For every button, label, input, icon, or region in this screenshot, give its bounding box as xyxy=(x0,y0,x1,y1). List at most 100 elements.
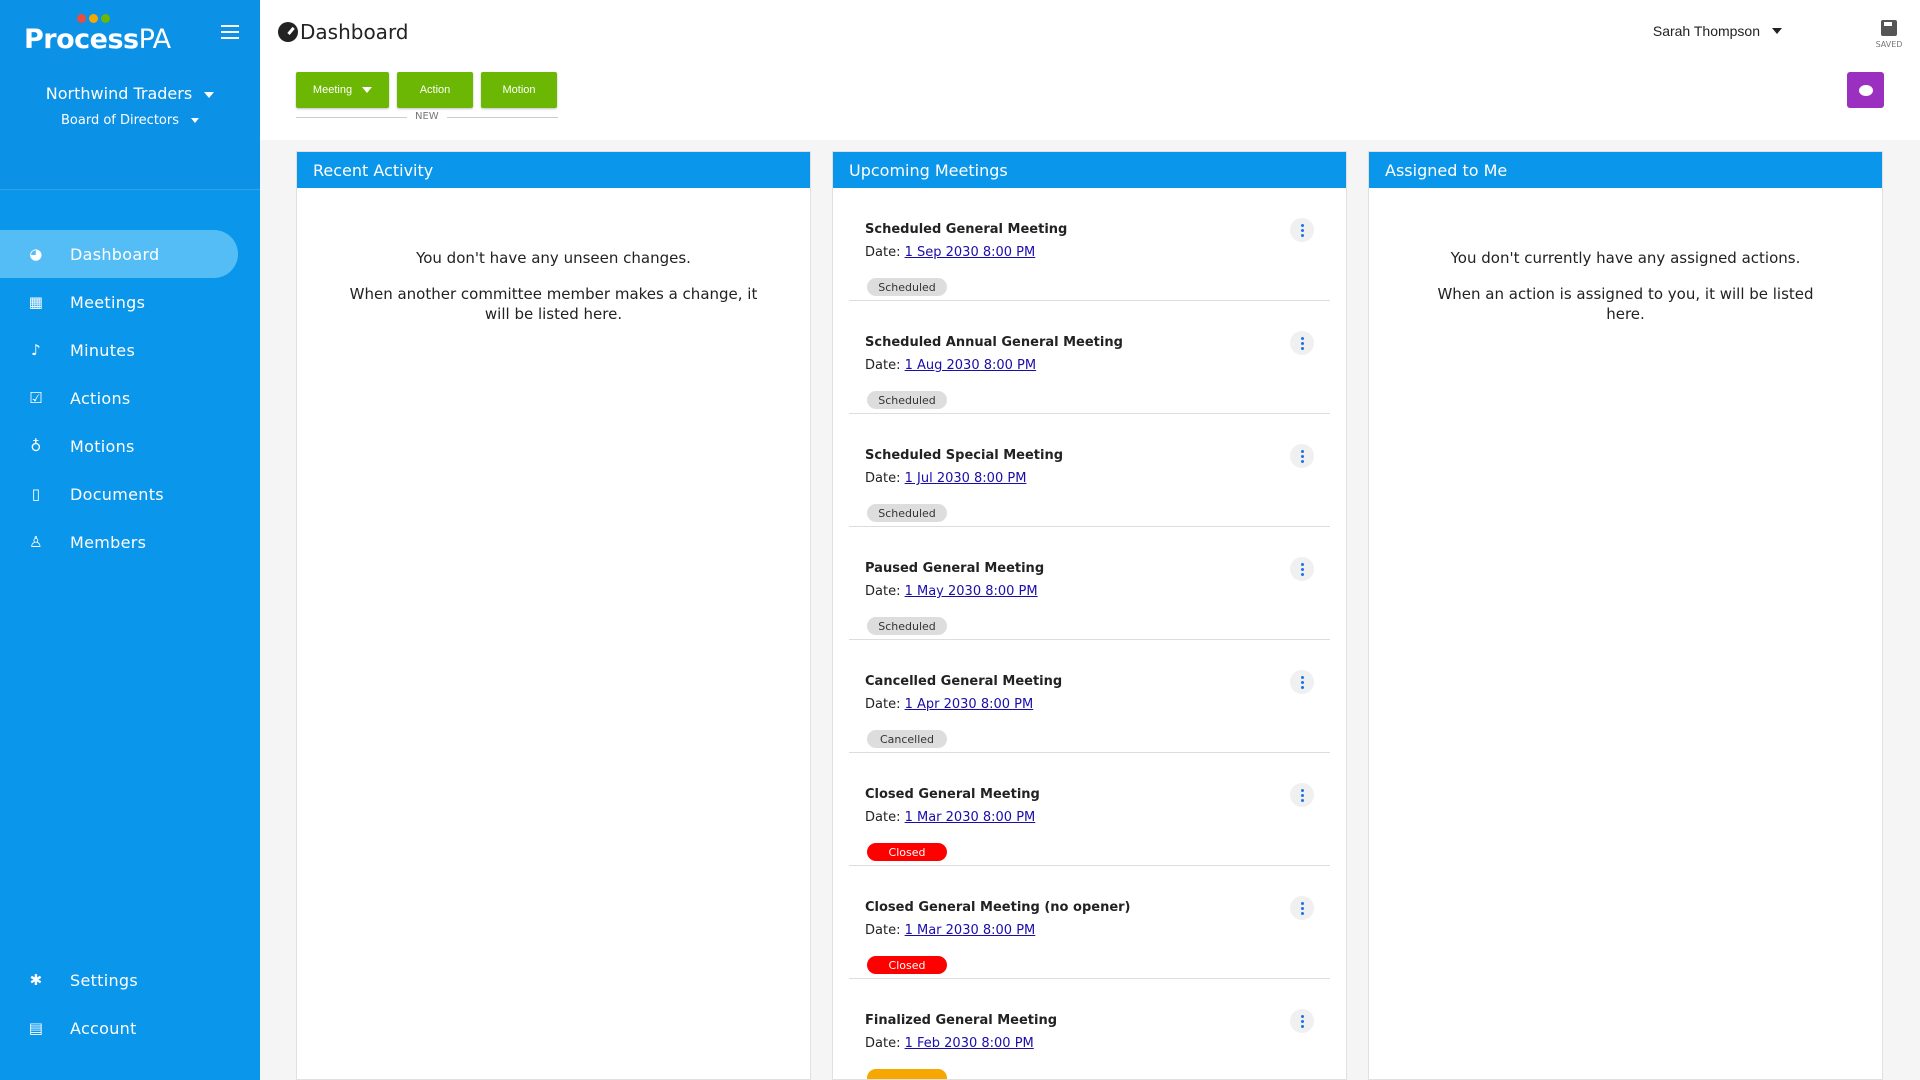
more-options-icon[interactable] xyxy=(1290,783,1314,807)
new-motion-button[interactable]: Motion xyxy=(481,72,557,108)
meeting-date-link[interactable]: 1 Jul 2030 8:00 PM xyxy=(905,471,1027,486)
meeting-date-link[interactable]: 1 Aug 2030 8:00 PM xyxy=(905,358,1037,373)
chat-button[interactable] xyxy=(1847,72,1884,108)
date-prefix: Date: xyxy=(865,1036,901,1051)
status-badge: Closed xyxy=(867,956,947,974)
more-options-icon[interactable] xyxy=(1290,896,1314,920)
id-card-icon: ▤ xyxy=(28,1019,44,1037)
meeting-date: Date: 1 Jul 2030 8:00 PM xyxy=(865,471,1026,486)
new-meeting-button[interactable]: Meeting xyxy=(296,72,389,108)
calendar-icon: ▦ xyxy=(28,293,44,311)
meeting-item[interactable]: Closed General Meeting Date: 1 Mar 2030 … xyxy=(849,753,1330,866)
empty-state: You don't currently have any assigned ac… xyxy=(1369,248,1882,324)
committee-selector[interactable]: Board of Directors xyxy=(0,113,260,128)
organization-selector[interactable]: Northwind Traders xyxy=(0,84,260,103)
meeting-title: Scheduled Annual General Meeting xyxy=(865,335,1123,350)
chevron-down-icon xyxy=(191,118,199,123)
meeting-title: Paused General Meeting xyxy=(865,561,1045,576)
checkbox-icon: ☑ xyxy=(29,389,43,407)
nav-item-documents[interactable]: ▯ Documents xyxy=(0,470,260,518)
chevron-down-icon xyxy=(204,91,215,98)
more-options-icon[interactable] xyxy=(1290,331,1314,355)
meeting-date-link[interactable]: 1 Mar 2030 8:00 PM xyxy=(905,923,1036,938)
nav-item-label: Members xyxy=(70,532,147,552)
nav-item-meetings[interactable]: ▦ Meetings xyxy=(0,278,260,326)
empty-message: You don't have any unseen changes. xyxy=(416,249,691,267)
nav-item-label: Dashboard xyxy=(70,244,160,264)
meeting-item[interactable]: Cancelled General Meeting Date: 1 Apr 20… xyxy=(849,640,1330,753)
meeting-date-link[interactable]: 1 Mar 2030 8:00 PM xyxy=(905,810,1036,825)
meeting-date-link[interactable]: 1 Feb 2030 8:00 PM xyxy=(905,1036,1034,1051)
meeting-title: Scheduled Special Meeting xyxy=(865,448,1064,463)
status-badge: Cancelled xyxy=(867,730,947,748)
page-title-text: Dashboard xyxy=(300,20,409,44)
logo-main: Process xyxy=(24,24,139,55)
more-options-icon[interactable] xyxy=(1290,670,1314,694)
date-prefix: Date: xyxy=(865,245,901,260)
gear-icon: ✱ xyxy=(29,971,43,989)
microphone-icon: ♪ xyxy=(31,341,41,359)
meeting-item[interactable]: Scheduled General Meeting Date: 1 Sep 20… xyxy=(849,188,1330,301)
nav-item-dashboard[interactable]: ◕ Dashboard xyxy=(0,230,238,278)
meeting-date-link[interactable]: 1 Apr 2030 8:00 PM xyxy=(905,697,1034,712)
meeting-date: Date: 1 Sep 2030 8:00 PM xyxy=(865,245,1035,260)
more-options-icon[interactable] xyxy=(1290,444,1314,468)
organization-name: Northwind Traders xyxy=(45,84,193,103)
sidebar: ProcessPA Northwind Traders Board of Dir… xyxy=(0,0,260,1080)
meeting-title: Closed General Meeting xyxy=(865,787,1040,802)
meeting-item[interactable]: Scheduled Annual General Meeting Date: 1… xyxy=(849,301,1330,414)
meeting-date: Date: 1 Mar 2030 8:00 PM xyxy=(865,923,1035,938)
new-label: NEW xyxy=(407,111,447,122)
meeting-item[interactable]: Paused General Meeting Date: 1 May 2030 … xyxy=(849,527,1330,640)
nav-item-settings[interactable]: ✱ Settings xyxy=(0,956,260,1004)
meeting-item[interactable]: Scheduled Special Meeting Date: 1 Jul 20… xyxy=(849,414,1330,527)
date-prefix: Date: xyxy=(865,584,901,599)
nav-item-label: Motions xyxy=(70,436,135,456)
user-icon: ♙ xyxy=(29,533,43,551)
upcoming-meetings-panel: Upcoming Meetings Scheduled General Meet… xyxy=(832,151,1347,1080)
nav-item-account[interactable]: ▤ Account xyxy=(0,1004,260,1052)
panel-title: Upcoming Meetings xyxy=(833,152,1346,188)
status-badge: Scheduled xyxy=(867,617,947,635)
empty-hint: When another committee member makes a ch… xyxy=(349,285,758,323)
more-options-icon[interactable] xyxy=(1290,1009,1314,1033)
sidebar-nav: ◕ Dashboard ▦ Meetings ♪ Minutes ☑ Actio… xyxy=(0,230,260,566)
date-prefix: Date: xyxy=(865,471,901,486)
empty-state: You don't have any unseen changes. When … xyxy=(297,248,810,324)
nav-item-minutes[interactable]: ♪ Minutes xyxy=(0,326,260,374)
status-badge: Closed xyxy=(867,843,947,861)
top-header: Dashboard Sarah Thompson SAVED Meeting A… xyxy=(260,0,1920,140)
more-options-icon[interactable] xyxy=(1290,218,1314,242)
empty-hint: When an action is assigned to you, it wi… xyxy=(1437,285,1814,323)
chevron-down-icon xyxy=(362,87,373,93)
nav-item-members[interactable]: ♙ Members xyxy=(0,518,260,566)
new-action-button[interactable]: Action xyxy=(397,72,473,108)
nav-item-actions[interactable]: ☑ Actions xyxy=(0,374,260,422)
page-title: Dashboard xyxy=(278,20,409,44)
save-status[interactable]: SAVED xyxy=(1874,20,1904,49)
user-name: Sarah Thompson xyxy=(1652,23,1760,39)
menu-toggle-icon[interactable] xyxy=(221,25,239,41)
meeting-date-link[interactable]: 1 May 2030 8:00 PM xyxy=(905,584,1038,599)
meeting-title: Finalized General Meeting xyxy=(865,1013,1058,1028)
assigned-to-me-panel: Assigned to Me You don't currently have … xyxy=(1368,151,1883,1080)
new-action-label: Action xyxy=(419,84,451,96)
new-item-buttons: Meeting Action Motion xyxy=(296,72,557,108)
nav-item-label: Settings xyxy=(70,970,139,990)
recent-activity-panel: Recent Activity You don't have any unsee… xyxy=(296,151,811,1080)
nav-item-motions[interactable]: ♁ Motions xyxy=(0,422,260,470)
new-meeting-label: Meeting xyxy=(312,84,353,96)
meeting-item[interactable]: Finalized General Meeting Date: 1 Feb 20… xyxy=(849,979,1330,1079)
user-menu[interactable]: Sarah Thompson xyxy=(1653,23,1782,39)
nav-item-label: Actions xyxy=(70,388,131,408)
date-prefix: Date: xyxy=(865,358,901,373)
date-prefix: Date: xyxy=(865,810,901,825)
meeting-date: Date: 1 Mar 2030 8:00 PM xyxy=(865,810,1035,825)
meeting-item[interactable]: Closed General Meeting (no opener) Date:… xyxy=(849,866,1330,979)
lightbulb-icon: ♁ xyxy=(30,437,42,455)
more-options-icon[interactable] xyxy=(1290,557,1314,581)
date-prefix: Date: xyxy=(865,923,901,938)
meeting-date-link[interactable]: 1 Sep 2030 8:00 PM xyxy=(905,245,1036,260)
nav-item-label: Minutes xyxy=(70,340,136,360)
chat-icon xyxy=(1858,84,1873,96)
